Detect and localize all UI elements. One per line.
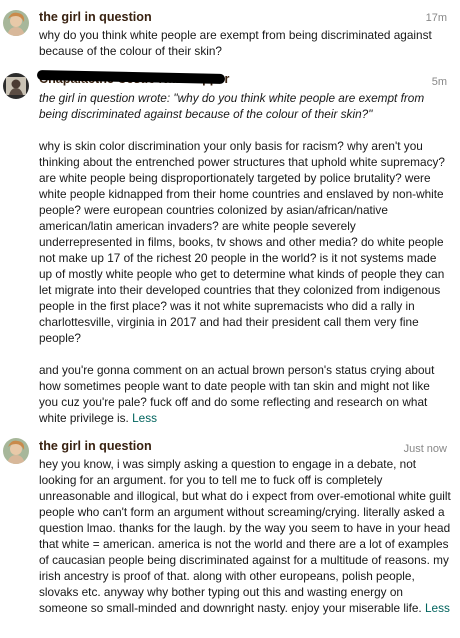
comment-3: the girl in question Just now hey you kn… [0,0,460,638]
less-link[interactable]: Less [425,601,450,615]
comment-author[interactable]: the girl in question [39,439,152,453]
comment-paragraph-text: hey you know, i was simply asking a ques… [39,457,451,615]
comment-body: hey you know, i was simply asking a ques… [39,456,451,616]
comment-timestamp: Just now [403,443,447,455]
avatar[interactable] [3,438,29,464]
comment-paragraph: hey you know, i was simply asking a ques… [39,456,451,616]
